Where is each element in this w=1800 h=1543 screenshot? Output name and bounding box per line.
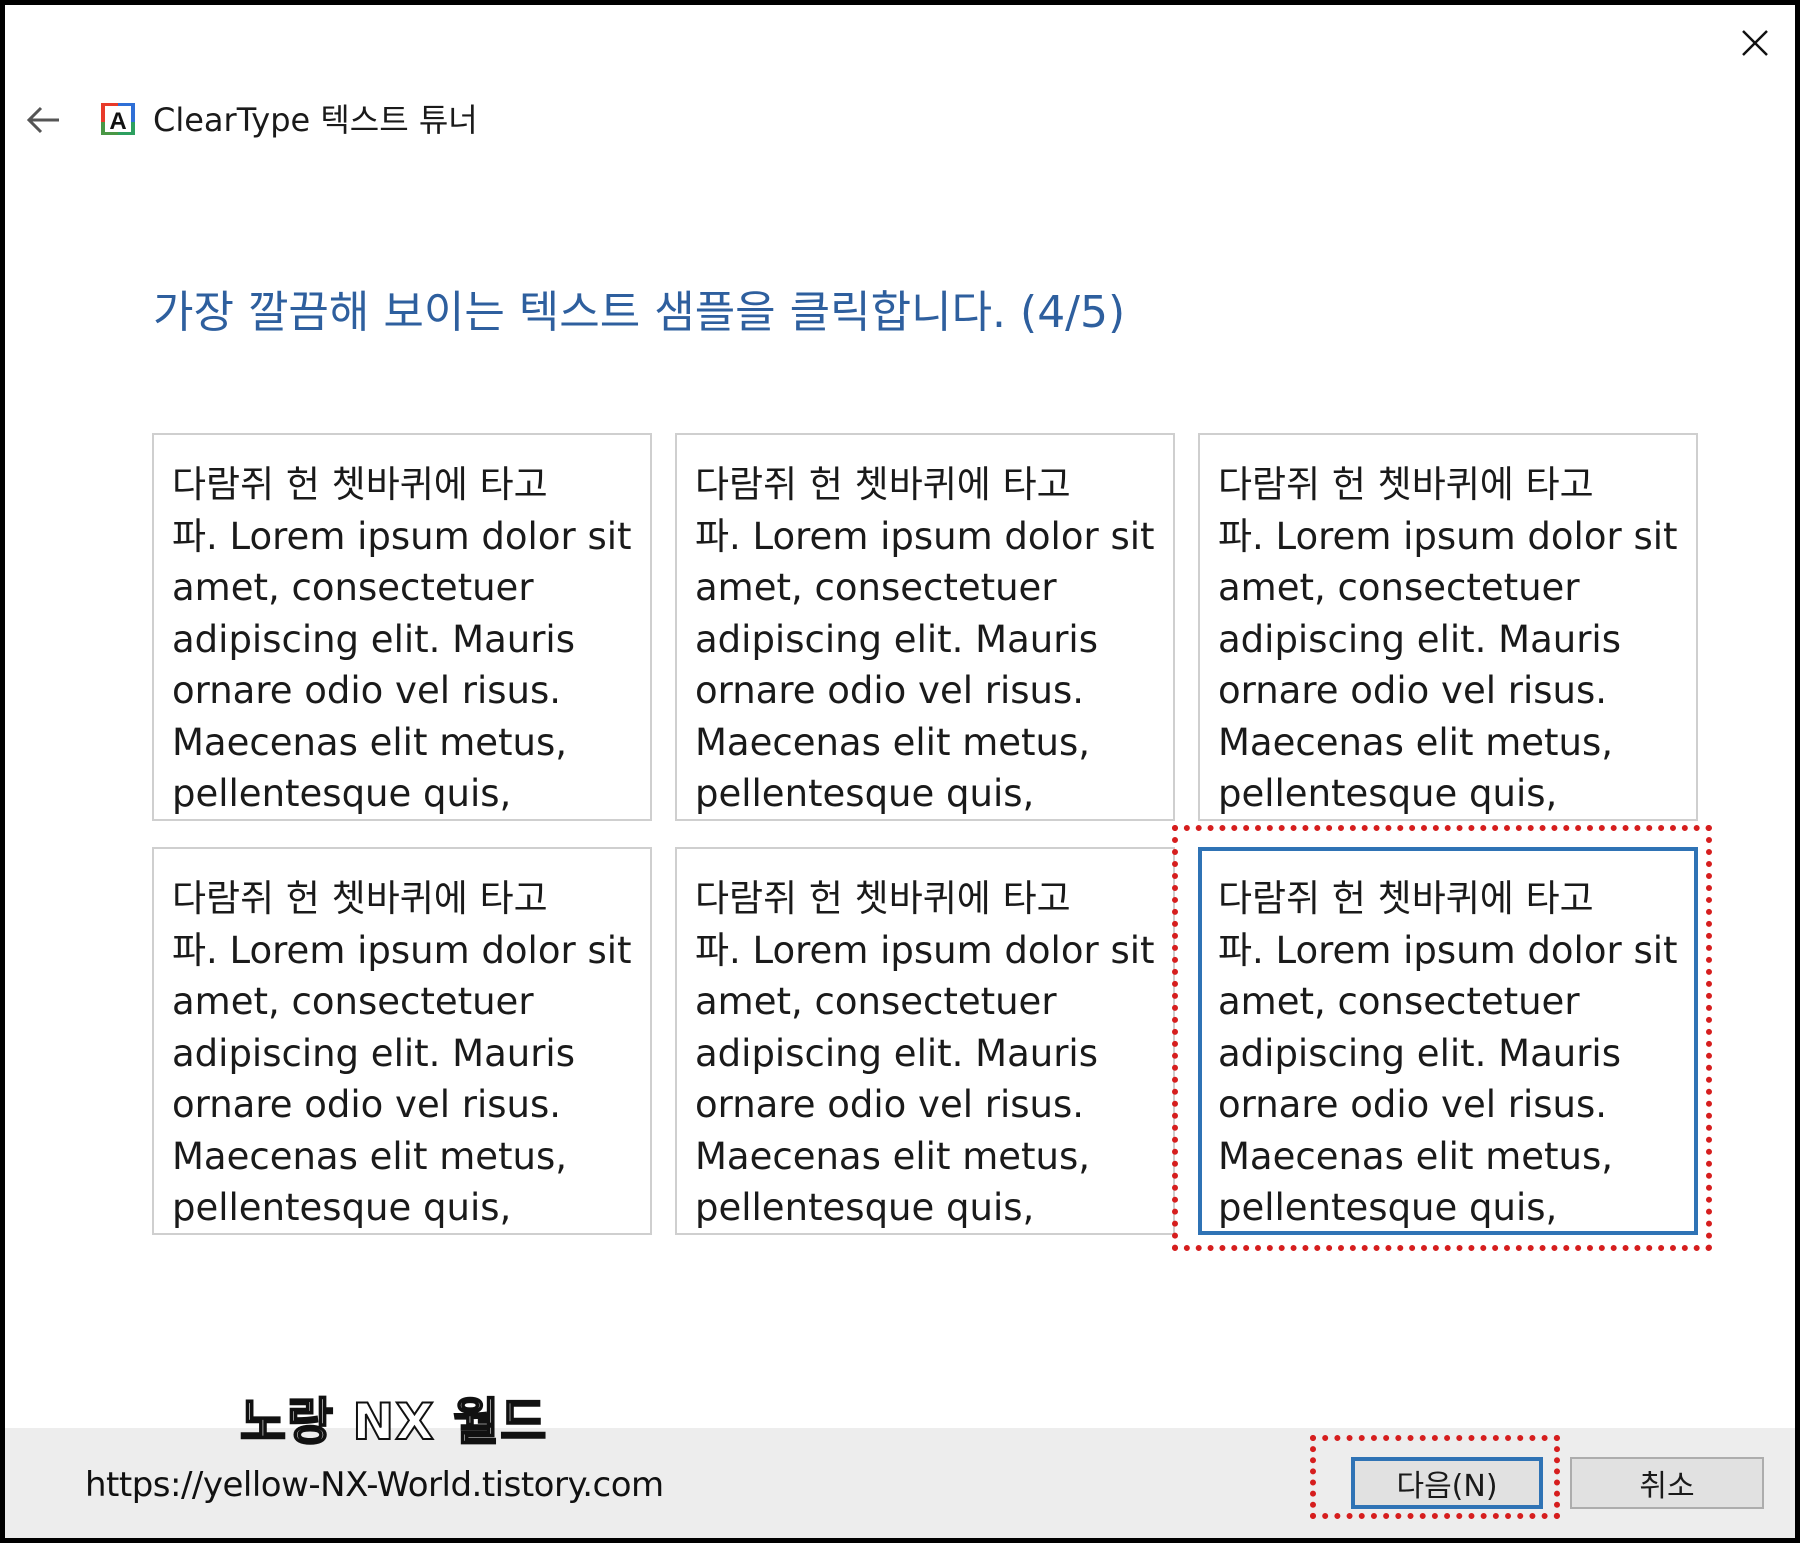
text-sample-3[interactable]: 다람쥐 헌 쳇바퀴에 타고 파. Lorem ipsum dolor sit a… bbox=[1198, 433, 1698, 821]
window-title: ClearType 텍스트 튜너 bbox=[153, 101, 478, 139]
sample-text: 다람쥐 헌 쳇바퀴에 타고 파. Lorem ipsum dolor sit a… bbox=[695, 877, 1155, 1229]
svg-text:A: A bbox=[109, 108, 126, 135]
text-sample-2[interactable]: 다람쥐 헌 쳇바퀴에 타고 파. Lorem ipsum dolor sit a… bbox=[675, 433, 1175, 821]
sample-text: 다람쥐 헌 쳇바퀴에 타고 파. Lorem ipsum dolor sit a… bbox=[172, 877, 632, 1229]
arrow-left-icon bbox=[26, 106, 59, 134]
watermark-url: https://yellow-NX-World.tistory.com bbox=[85, 1465, 664, 1505]
next-button[interactable]: 다음(N) bbox=[1351, 1457, 1543, 1509]
cancel-button[interactable]: 취소 bbox=[1570, 1457, 1764, 1509]
sample-text: 다람쥐 헌 쳇바퀴에 타고 파. Lorem ipsum dolor sit a… bbox=[1218, 463, 1678, 815]
instruction-heading: 가장 깔끔해 보이는 텍스트 샘플을 클릭합니다. (4/5) bbox=[153, 287, 1126, 338]
text-sample-6-selected[interactable]: 다람쥐 헌 쳇바퀴에 타고 파. Lorem ipsum dolor sit a… bbox=[1198, 847, 1698, 1235]
text-sample-1[interactable]: 다람쥐 헌 쳇바퀴에 타고 파. Lorem ipsum dolor sit a… bbox=[152, 433, 652, 821]
sample-text: 다람쥐 헌 쳇바퀴에 타고 파. Lorem ipsum dolor sit a… bbox=[695, 463, 1155, 815]
cleartype-a-icon: A bbox=[101, 103, 135, 135]
text-sample-4[interactable]: 다람쥐 헌 쳇바퀴에 타고 파. Lorem ipsum dolor sit a… bbox=[152, 847, 652, 1235]
sample-text: 다람쥐 헌 쳇바퀴에 타고 파. Lorem ipsum dolor sit a… bbox=[172, 463, 632, 815]
watermark-title: 노랑 NX 월드 bbox=[239, 1392, 548, 1452]
text-sample-5[interactable]: 다람쥐 헌 쳇바퀴에 타고 파. Lorem ipsum dolor sit a… bbox=[675, 847, 1175, 1235]
close-button[interactable] bbox=[1725, 20, 1785, 66]
sample-text: 다람쥐 헌 쳇바퀴에 타고 파. Lorem ipsum dolor sit a… bbox=[1218, 877, 1678, 1229]
close-icon bbox=[1742, 30, 1768, 56]
back-button[interactable] bbox=[18, 98, 68, 142]
